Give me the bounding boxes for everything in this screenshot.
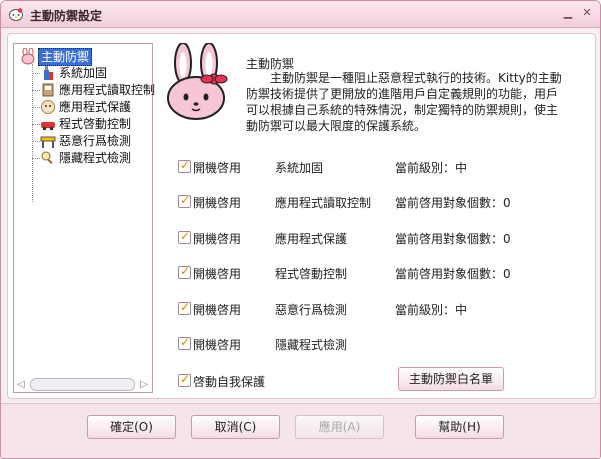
option-row-startup-control: ✓ 開機啓用 程式啓動控制 當前啓用對象個數：0 <box>176 264 596 282</box>
apply-button[interactable]: 應用(A) <box>295 415 384 439</box>
barrier-icon <box>40 136 56 148</box>
feature-name: 系統加固 <box>275 161 324 175</box>
feature-status: 當前級別：中 <box>395 303 468 317</box>
checkbox-label[interactable]: 開機啓用 <box>193 336 241 353</box>
tree-root-label: 主動防禦 <box>38 48 93 66</box>
kitty-app-icon <box>9 8 23 21</box>
close-button[interactable]: ✕ <box>581 7 593 19</box>
scrollbar-thumb[interactable] <box>30 378 135 391</box>
shield-face-icon <box>41 100 55 114</box>
tree-label: 程式啓動控制 <box>59 117 132 131</box>
cancel-button[interactable]: 取消(C) <box>191 415 280 439</box>
feature-name: 惡意行爲檢測 <box>275 303 348 317</box>
window-title: 主動防禦設定 <box>30 9 103 23</box>
tree-label: 隱藏程式檢測 <box>59 151 132 165</box>
scroll-right-icon[interactable]: ▷ <box>140 379 148 390</box>
tree-item-app-read-control[interactable]: 應用程式讀取控制 <box>14 82 155 99</box>
startup-enable-checkbox[interactable]: ✓ <box>178 193 191 208</box>
option-row-app-read-control: ✓ 開機啓用 應用程式讀取控制 當前啓用對象個數：0 <box>176 193 596 211</box>
tree-item-hidden-program[interactable]: 隱藏程式檢測 <box>14 150 150 167</box>
tree-label: 應用程式保護 <box>59 100 132 114</box>
whitelist-button[interactable]: 主動防禦白名單 <box>398 367 504 391</box>
scroll-left-icon[interactable]: ◁ <box>17 379 25 390</box>
self-protect-checkbox[interactable]: ✓ <box>178 372 191 387</box>
minimize-button[interactable]: ▁ <box>562 7 574 19</box>
magnifier-icon <box>41 151 53 164</box>
startup-enable-checkbox[interactable]: ✓ <box>178 264 191 279</box>
feature-status: 當前啓用對象個數：0 <box>395 232 511 246</box>
feature-status: 當前級別：中 <box>395 161 468 175</box>
startup-enable-checkbox[interactable]: ✓ <box>178 300 191 315</box>
tree-item-app-protection[interactable]: 應用程式保護 <box>14 99 150 116</box>
option-row-self-protect: ✓ 啓動自我保護 <box>176 372 596 390</box>
wrench-bottle-icon <box>44 66 53 80</box>
checkbox-label[interactable]: 開機啓用 <box>193 194 241 211</box>
feature-name: 程式啓動控制 <box>275 267 348 281</box>
bunny-mascot-icon <box>167 43 228 120</box>
tree-label: 系統加固 <box>59 66 108 80</box>
tree-item-root[interactable]: 主動防禦 <box>16 47 152 66</box>
tree-horizontal-scrollbar[interactable]: ◁ ▷ <box>14 376 152 392</box>
device-icon <box>42 83 54 97</box>
title-bar[interactable]: 主動防禦設定 ▁ ✕ <box>1 1 600 28</box>
startup-enable-checkbox[interactable]: ✓ <box>178 335 191 350</box>
option-row-app-protection: ✓ 開機啓用 應用程式保護 當前啓用對象個數：0 <box>176 229 596 247</box>
checkbox-label[interactable]: 開機啓用 <box>193 265 241 282</box>
description-body: 主動防禦是一種阻止惡意程式執行的技術。Kitty的主動防禦技術提供了更開放的進階… <box>246 71 562 133</box>
tree-item-malicious-behavior[interactable]: 惡意行爲檢測 <box>14 133 150 150</box>
tree-item-startup-control[interactable]: 程式啓動控制 <box>14 116 150 133</box>
checkbox-label[interactable]: 開機啓用 <box>193 159 241 176</box>
tree-label: 惡意行爲檢測 <box>59 134 132 148</box>
feature-name: 應用程式讀取控制 <box>275 196 372 210</box>
checkbox-label[interactable]: 開機啓用 <box>193 301 241 318</box>
option-row-hidden-program: ✓ 開機啓用 隱藏程式檢測 <box>176 335 596 353</box>
tree-label: 應用程式讀取控制 <box>59 83 156 97</box>
startup-enable-checkbox[interactable]: ✓ <box>178 229 191 244</box>
feature-tree[interactable]: 主動防禦 系統加固 應用程式讀取控制 應用程式保護 程式啓動控制 惡意行爲檢測 … <box>13 43 155 393</box>
tree-item-system-hardening[interactable]: 系統加固 <box>14 65 150 82</box>
feature-status: 當前啓用對象個數：0 <box>395 267 511 281</box>
help-button[interactable]: 幫助(H) <box>415 415 504 439</box>
startup-enable-checkbox[interactable]: ✓ <box>178 158 191 173</box>
car-icon <box>41 122 55 131</box>
feature-name: 應用程式保護 <box>275 232 348 246</box>
ok-button[interactable]: 確定(O) <box>87 415 176 439</box>
settings-window: 主動防禦設定 ▁ ✕ 主動防禦 系統加固 應用程式讀取控制 應用程式保護 程式啓… <box>0 0 601 459</box>
option-row-malicious-behavior: ✓ 開機啓用 惡意行爲檢測 當前級別：中 <box>176 300 596 318</box>
bunny-icon <box>21 48 35 65</box>
feature-name: 隱藏程式檢測 <box>275 338 348 352</box>
self-protect-label[interactable]: 啓動自我保護 <box>193 373 265 390</box>
option-row-system-hardening: ✓ 開機啓用 系統加固 當前級別：中 <box>176 158 596 176</box>
checkbox-label[interactable]: 開機啓用 <box>193 230 241 247</box>
feature-status: 當前啓用對象個數：0 <box>395 196 511 210</box>
